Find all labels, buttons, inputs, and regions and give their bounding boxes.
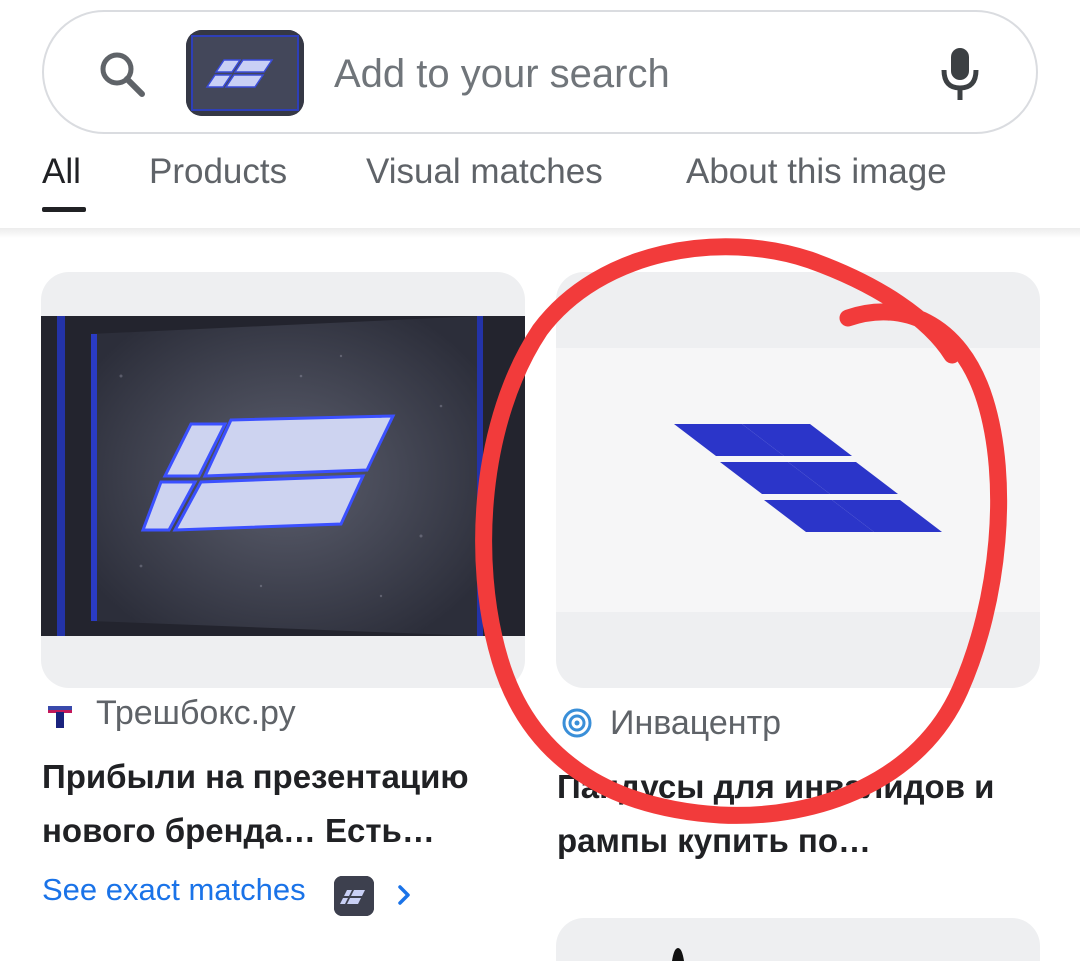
invacenter-favicon (562, 708, 592, 738)
mic-icon[interactable] (940, 46, 980, 102)
tab-about-this-image[interactable]: About this image (686, 152, 947, 202)
result-source[interactable]: Инвацентр (610, 704, 781, 743)
result-title-line: Прибыли на презентацию (42, 758, 469, 795)
exact-match-thumbnail[interactable] (334, 876, 374, 916)
result-card-next[interactable] (556, 918, 1040, 961)
result-title-line: нового бренда… Есть… (42, 812, 435, 849)
result-title-line: рампы купить по… (557, 822, 871, 859)
result-source[interactable]: Трешбокс.ру (96, 694, 296, 733)
result-title[interactable]: Пандусы для инвалидов и рампы купить по… (557, 760, 1037, 868)
result-card-image-treshbox[interactable] (41, 272, 525, 688)
tab-visual-matches[interactable]: Visual matches (366, 152, 603, 202)
search-input[interactable] (334, 46, 894, 102)
search-bar[interactable] (42, 10, 1038, 134)
query-image-thumbnail[interactable] (186, 30, 304, 116)
active-tab-indicator (42, 207, 86, 212)
tab-all[interactable]: All (42, 152, 81, 202)
search-icon[interactable] (96, 48, 148, 100)
result-title-line: Пандусы для инвалидов и (557, 768, 995, 805)
next-card-image-fragment (672, 948, 684, 961)
treshbox-favicon (48, 706, 72, 728)
result-title[interactable]: Прибыли на презентацию нового бренда… Ес… (42, 750, 522, 858)
tab-products[interactable]: Products (149, 152, 287, 202)
result-card-image-invacenter[interactable] (556, 272, 1040, 688)
chevron-right-icon[interactable] (394, 880, 416, 910)
see-exact-matches-link[interactable]: See exact matches (42, 872, 306, 920)
tabs-divider (0, 228, 1080, 238)
